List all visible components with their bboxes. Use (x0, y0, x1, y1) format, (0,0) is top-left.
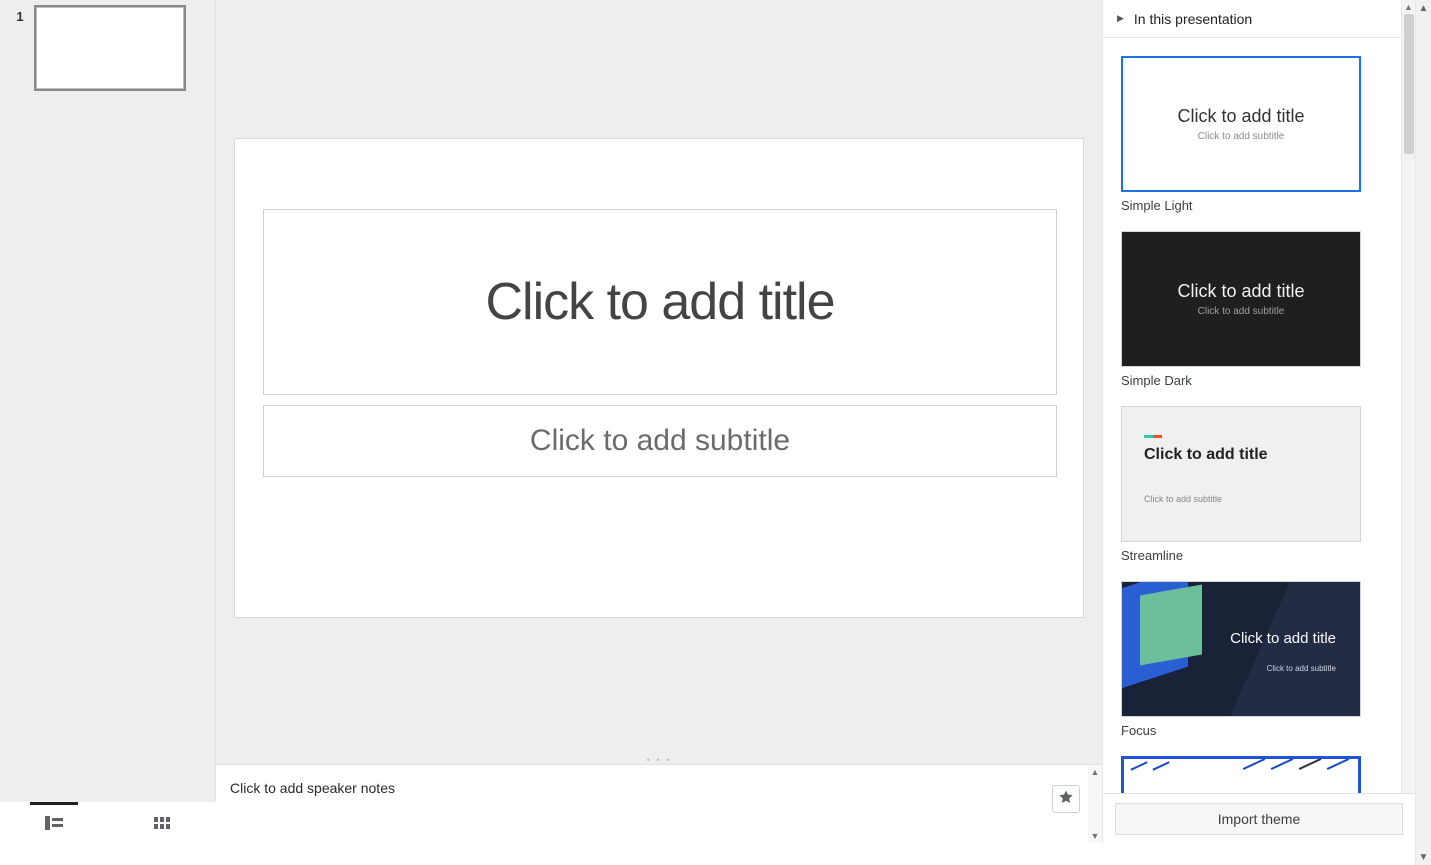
theme-preview-title: Click to add title (1144, 446, 1268, 464)
window-scrollbar[interactable]: ▲ ▼ (1415, 0, 1431, 865)
collapse-triangle-icon: ▶ (1117, 13, 1124, 24)
themes-list[interactable]: Click to add title Click to add subtitle… (1103, 38, 1401, 793)
grid-icon (154, 817, 170, 829)
slide-filmstrip[interactable]: 1 (0, 0, 216, 843)
scroll-up-icon[interactable]: ▲ (1402, 0, 1415, 14)
explore-icon (1058, 789, 1074, 810)
scroll-up-icon[interactable]: ▲ (1088, 765, 1102, 779)
decor-stripe-icon (1225, 581, 1361, 717)
scroll-up-icon[interactable]: ▲ (1416, 0, 1431, 16)
theme-preview-title: Click to add title (1230, 630, 1336, 647)
scroll-down-icon[interactable]: ▼ (1416, 849, 1431, 865)
theme-preview-subtitle: Click to add subtitle (1198, 131, 1285, 142)
themes-scrollbar[interactable]: ▲ ▼ (1401, 0, 1415, 843)
theme-item-shift[interactable] (1103, 738, 1401, 793)
speaker-notes[interactable]: Click to add speaker notes ▲ ▼ (216, 764, 1102, 843)
theme-preview[interactable]: Click to add title Click to add subtitle (1121, 581, 1361, 717)
decor-hatch-icon (1130, 765, 1170, 767)
decor-shape-icon (1140, 585, 1202, 666)
themes-panel-header[interactable]: ▶ In this presentation (1103, 0, 1415, 38)
theme-name: Simple Light (1121, 198, 1401, 213)
theme-preview-subtitle: Click to add subtitle (1144, 494, 1222, 504)
slide-number: 1 (6, 5, 34, 91)
explore-button[interactable] (1052, 785, 1080, 813)
filmstrip-view-button[interactable] (0, 802, 108, 843)
themes-panel-footer: Import theme (1103, 793, 1415, 843)
theme-preview-title: Click to add title (1177, 106, 1304, 127)
theme-preview-subtitle: Click to add subtitle (1267, 664, 1336, 673)
scroll-down-icon[interactable]: ▼ (1088, 829, 1102, 843)
theme-item-streamline[interactable]: Click to add title Click to add subtitle… (1103, 388, 1401, 563)
scroll-thumb[interactable] (1404, 14, 1414, 154)
slide-thumbnail[interactable] (34, 5, 186, 91)
view-switcher (0, 801, 216, 843)
slide-canvas[interactable]: Click to add title Click to add subtitle (234, 138, 1084, 618)
theme-item-focus[interactable]: Click to add title Click to add subtitle… (1103, 563, 1401, 738)
theme-name: Streamline (1121, 548, 1401, 563)
title-placeholder[interactable]: Click to add title (263, 209, 1057, 395)
theme-preview-subtitle: Click to add subtitle (1198, 306, 1285, 317)
theme-preview[interactable]: Click to add title Click to add subtitle (1121, 406, 1361, 542)
grid-view-button[interactable] (108, 802, 216, 843)
theme-name: Focus (1121, 723, 1401, 738)
theme-preview[interactable]: Click to add title Click to add subtitle (1121, 56, 1361, 192)
theme-preview-title: Click to add title (1177, 281, 1304, 302)
theme-preview[interactable]: Click to add title Click to add subtitle (1121, 231, 1361, 367)
themes-panel: ▶ In this presentation Click to add titl… (1102, 0, 1415, 843)
import-theme-button[interactable]: Import theme (1115, 803, 1403, 835)
notes-scrollbar[interactable]: ▲ ▼ (1088, 765, 1102, 843)
theme-name: Simple Dark (1121, 373, 1401, 388)
speaker-notes-placeholder[interactable]: Click to add speaker notes (216, 765, 1102, 796)
subtitle-placeholder[interactable]: Click to add subtitle (263, 405, 1057, 477)
slide-editor: Click to add title Click to add subtitle… (216, 0, 1102, 843)
decor-hatch-icon (1242, 763, 1350, 765)
slide-thumb-1[interactable]: 1 (6, 5, 186, 91)
notes-resize-handle[interactable]: • • • (216, 756, 1102, 764)
themes-panel-title: In this presentation (1134, 11, 1252, 27)
filmstrip-icon (45, 816, 63, 830)
theme-item-simple-dark[interactable]: Click to add title Click to add subtitle… (1103, 213, 1401, 388)
accent-bar-icon (1144, 435, 1162, 438)
theme-item-simple-light[interactable]: Click to add title Click to add subtitle… (1103, 38, 1401, 213)
theme-preview[interactable] (1121, 756, 1361, 793)
